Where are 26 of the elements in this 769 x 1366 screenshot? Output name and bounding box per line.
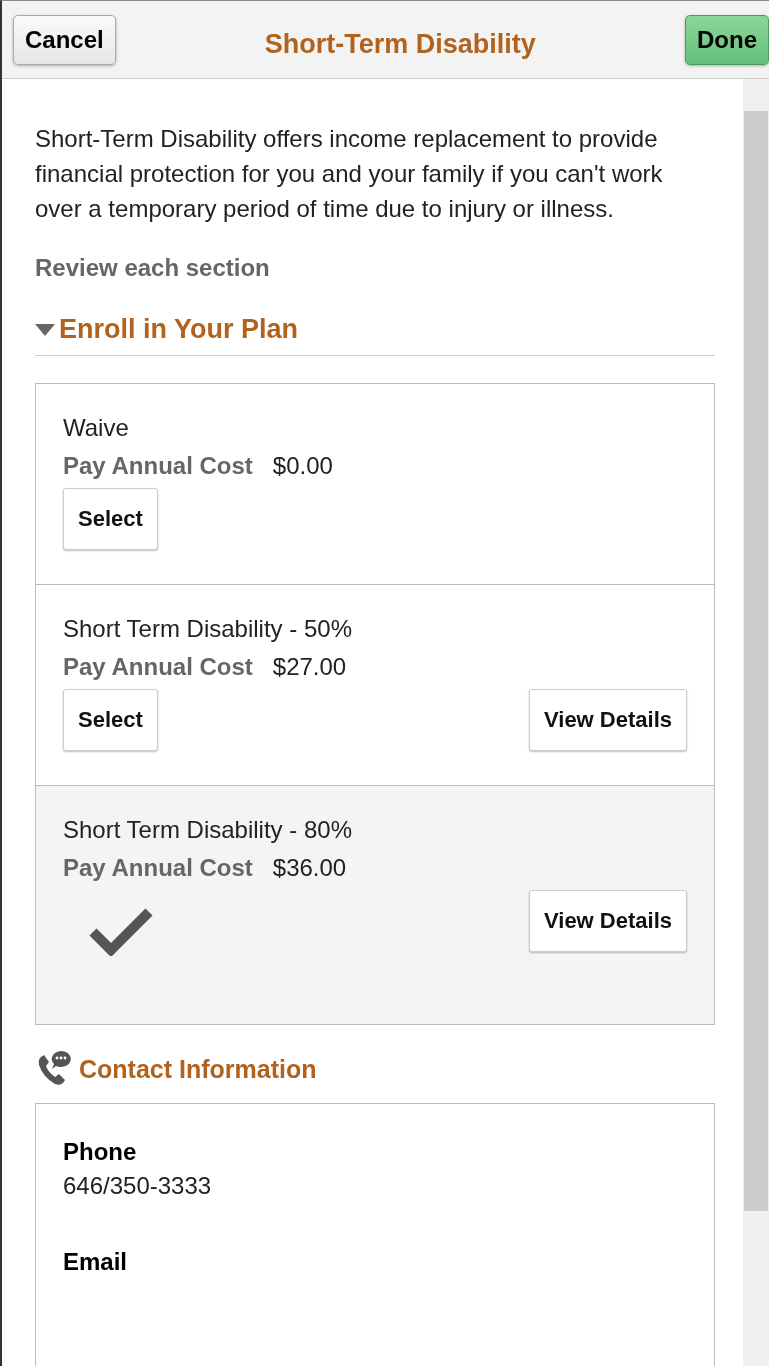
cost-label: Pay Annual Cost	[63, 653, 253, 681]
page-title: Short-Term Disability	[264, 29, 536, 60]
section-title: Enroll in Your Plan	[59, 314, 299, 345]
field-label: Email	[63, 1248, 129, 1276]
section-title: Contact Information	[79, 1054, 317, 1084]
select-button[interactable]: Select	[63, 488, 158, 550]
scrollbar-thumb[interactable]	[744, 111, 768, 1211]
view-details-button[interactable]: View Details	[529, 890, 687, 952]
select-button[interactable]: Select	[63, 689, 158, 751]
field-label: Phone	[63, 1138, 138, 1166]
cost-value: $0.00	[272, 452, 333, 480]
cost-label: Pay Annual Cost	[63, 854, 253, 882]
review-label: Review each section	[35, 254, 271, 282]
view-details-button[interactable]: View Details	[529, 689, 687, 751]
done-button[interactable]: Done	[685, 14, 769, 65]
cost-value: $36.00	[272, 854, 347, 882]
plan-name: Short Term Disability - 80%	[63, 816, 353, 844]
field-value: 646/350-3333	[63, 1172, 213, 1200]
cost-value: $27.00	[272, 653, 347, 681]
plan-name: Short Term Disability - 50%	[63, 615, 353, 643]
scrollbar[interactable]	[743, 79, 769, 1366]
cost-label: Pay Annual Cost	[63, 452, 253, 480]
cancel-button[interactable]: Cancel	[13, 14, 116, 65]
plan-name: Waive	[63, 414, 130, 442]
section-header[interactable]: Enroll in Your Plan	[35, 282, 715, 356]
description-text: Short-Term Disability offers income replacement to provide financial protection for you and your family if you can't work over a temporary period of time due to injury or illness.	[35, 124, 664, 224]
